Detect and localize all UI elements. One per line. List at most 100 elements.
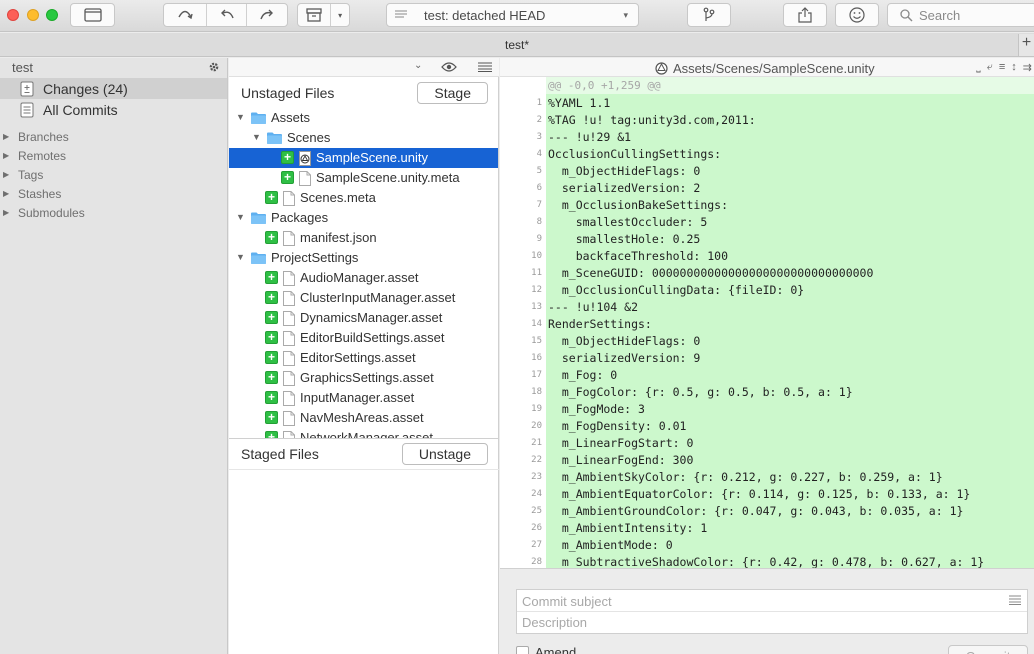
- line-number: 12: [531, 285, 542, 295]
- sidebar-group-stashes[interactable]: ▶ Stashes: [0, 184, 227, 203]
- branch-button[interactable]: [687, 3, 731, 27]
- line-number: 2: [536, 115, 542, 125]
- commit-subject-input[interactable]: Commit subject: [522, 594, 612, 609]
- stash-button[interactable]: [298, 4, 332, 26]
- tree-file-row[interactable]: + DynamicsManager.asset: [229, 308, 498, 328]
- diff-code-line: m_SubtractiveShadowColor: {r: 0.42, g: 0…: [548, 555, 985, 568]
- archive-icon: [306, 8, 322, 22]
- push-button[interactable]: [247, 4, 287, 26]
- tree-file-row[interactable]: + AudioManager.asset: [229, 268, 498, 288]
- tree-row-label: Scenes.meta: [300, 190, 376, 205]
- sidebar-item-label: All Commits: [43, 101, 118, 118]
- tree-folder-row[interactable]: ▼ Packages: [229, 208, 498, 228]
- unity-file-icon: [655, 62, 668, 75]
- expand-context-icon[interactable]: ↕: [1011, 61, 1017, 74]
- file-icon: [283, 231, 295, 246]
- minimize-window-button[interactable]: [27, 9, 39, 21]
- fetch-button[interactable]: [164, 4, 207, 26]
- disclosure-triangle-icon[interactable]: ▼: [252, 132, 261, 142]
- line-number: 21: [531, 438, 542, 448]
- share-button[interactable]: [783, 3, 827, 27]
- unstaged-title: Unstaged Files: [241, 85, 335, 101]
- group-label: Stashes: [18, 186, 62, 201]
- branch-select[interactable]: test: detached HEAD ▾: [386, 3, 639, 27]
- tree-file-row[interactable]: + NavMeshAreas.asset: [229, 408, 498, 428]
- list-view-icon[interactable]: [478, 62, 492, 72]
- line-number: 27: [531, 540, 542, 550]
- file-icon: [283, 371, 295, 386]
- sidebar-item-changes[interactable]: Changes (24): [0, 78, 227, 99]
- split-view-icon[interactable]: ⇉: [1023, 61, 1032, 74]
- eye-icon[interactable]: [441, 62, 457, 72]
- tree-file-row[interactable]: + SampleScene.unity: [229, 148, 498, 168]
- file-icon: [283, 431, 295, 438]
- amend-checkbox[interactable]: Amend: [516, 645, 576, 654]
- new-tab-button[interactable]: +: [1018, 34, 1034, 56]
- tab-title[interactable]: test*: [0, 38, 1034, 52]
- commit-button[interactable]: Commit: [948, 645, 1028, 654]
- stash-menu-button[interactable]: ▾: [331, 4, 349, 26]
- added-status-icon: +: [281, 151, 294, 164]
- tree-file-row[interactable]: + InputManager.asset: [229, 388, 498, 408]
- added-status-icon: +: [265, 351, 278, 364]
- added-status-icon: +: [265, 411, 278, 424]
- search-icon: [900, 8, 913, 21]
- diff-code-line: %YAML 1.1: [548, 96, 611, 110]
- group-label: Tags: [18, 167, 44, 182]
- tree-file-row[interactable]: + NetworkManager.asset: [229, 428, 498, 438]
- tree-row-label: Scenes: [287, 130, 331, 145]
- document-changes-icon: [20, 81, 34, 96]
- zoom-window-button[interactable]: [46, 9, 58, 21]
- line-number: 16: [531, 353, 542, 363]
- lines-icon: [395, 10, 407, 18]
- message-templates-icon[interactable]: [1009, 595, 1021, 605]
- pull-button[interactable]: [207, 4, 247, 26]
- gear-icon[interactable]: [207, 60, 221, 74]
- stage-button[interactable]: Stage: [417, 82, 488, 104]
- disclosure-triangle-icon[interactable]: ▼: [236, 252, 245, 262]
- disclosure-triangle-icon[interactable]: ▼: [236, 112, 245, 122]
- unified-view-icon[interactable]: ≡: [999, 61, 1005, 74]
- tree-file-row[interactable]: + Scenes.meta: [229, 188, 498, 208]
- tree-file-row[interactable]: + EditorBuildSettings.asset: [229, 328, 498, 348]
- tree-file-row[interactable]: + SampleScene.unity.meta: [229, 168, 498, 188]
- tree-folder-row[interactable]: ▼ Assets: [229, 108, 498, 128]
- commit-message-box[interactable]: Commit subject Description: [516, 589, 1028, 634]
- tree-file-row[interactable]: + EditorSettings.asset: [229, 348, 498, 368]
- sidebar-group-remotes[interactable]: ▶ Remotes: [0, 146, 227, 165]
- diff-pane: Assets/Scenes/SampleScene.unity ⎵ ⤶ ≡ ↕ …: [500, 58, 1034, 568]
- file-icon: [283, 311, 295, 326]
- search-field[interactable]: Search: [887, 3, 1034, 27]
- chevron-down-icon[interactable]: ⌄: [414, 60, 422, 71]
- line-number: 17: [531, 370, 542, 380]
- tree-folder-row[interactable]: ▼ ProjectSettings: [229, 248, 498, 268]
- diff-code-line: --- !u!29 &1: [548, 130, 632, 144]
- branch-select-value: test: detached HEAD: [424, 7, 546, 23]
- disclosure-triangle-icon[interactable]: ▼: [236, 212, 245, 222]
- sidebar-group-branches[interactable]: ▶ Branches: [0, 127, 227, 146]
- commits-list-icon: [20, 102, 34, 117]
- whitespace-icon[interactable]: ⎵: [976, 61, 980, 74]
- group-label: Submodules: [18, 205, 85, 220]
- group-label: Branches: [18, 129, 69, 144]
- wrap-lines-icon[interactable]: ⤶: [987, 61, 993, 74]
- tree-file-row[interactable]: + ClusterInputManager.asset: [229, 288, 498, 308]
- emoji-button[interactable]: [835, 3, 879, 27]
- unity-file-icon: [299, 151, 311, 166]
- tree-row-label: EditorSettings.asset: [300, 350, 416, 365]
- tree-folder-row[interactable]: ▼ Scenes: [229, 128, 498, 148]
- tree-row-label: ClusterInputManager.asset: [300, 290, 456, 305]
- sidebar-group-tags[interactable]: ▶ Tags: [0, 165, 227, 184]
- tree-file-row[interactable]: + GraphicsSettings.asset: [229, 368, 498, 388]
- file-icon: [283, 411, 295, 426]
- diff-code-line: m_FogDensity: 0.01: [548, 419, 687, 433]
- sidebar-group-submodules[interactable]: ▶ Submodules: [0, 203, 227, 222]
- search-placeholder: Search: [919, 7, 961, 23]
- sidebar-item-all-commits[interactable]: All Commits: [0, 99, 227, 120]
- repository-browser-button[interactable]: [70, 3, 115, 27]
- close-window-button[interactable]: [7, 9, 19, 21]
- unstage-button[interactable]: Unstage: [401, 443, 488, 465]
- commit-description-input[interactable]: Description: [522, 615, 587, 630]
- tree-file-row[interactable]: + manifest.json: [229, 228, 498, 248]
- line-number: 11: [531, 268, 542, 278]
